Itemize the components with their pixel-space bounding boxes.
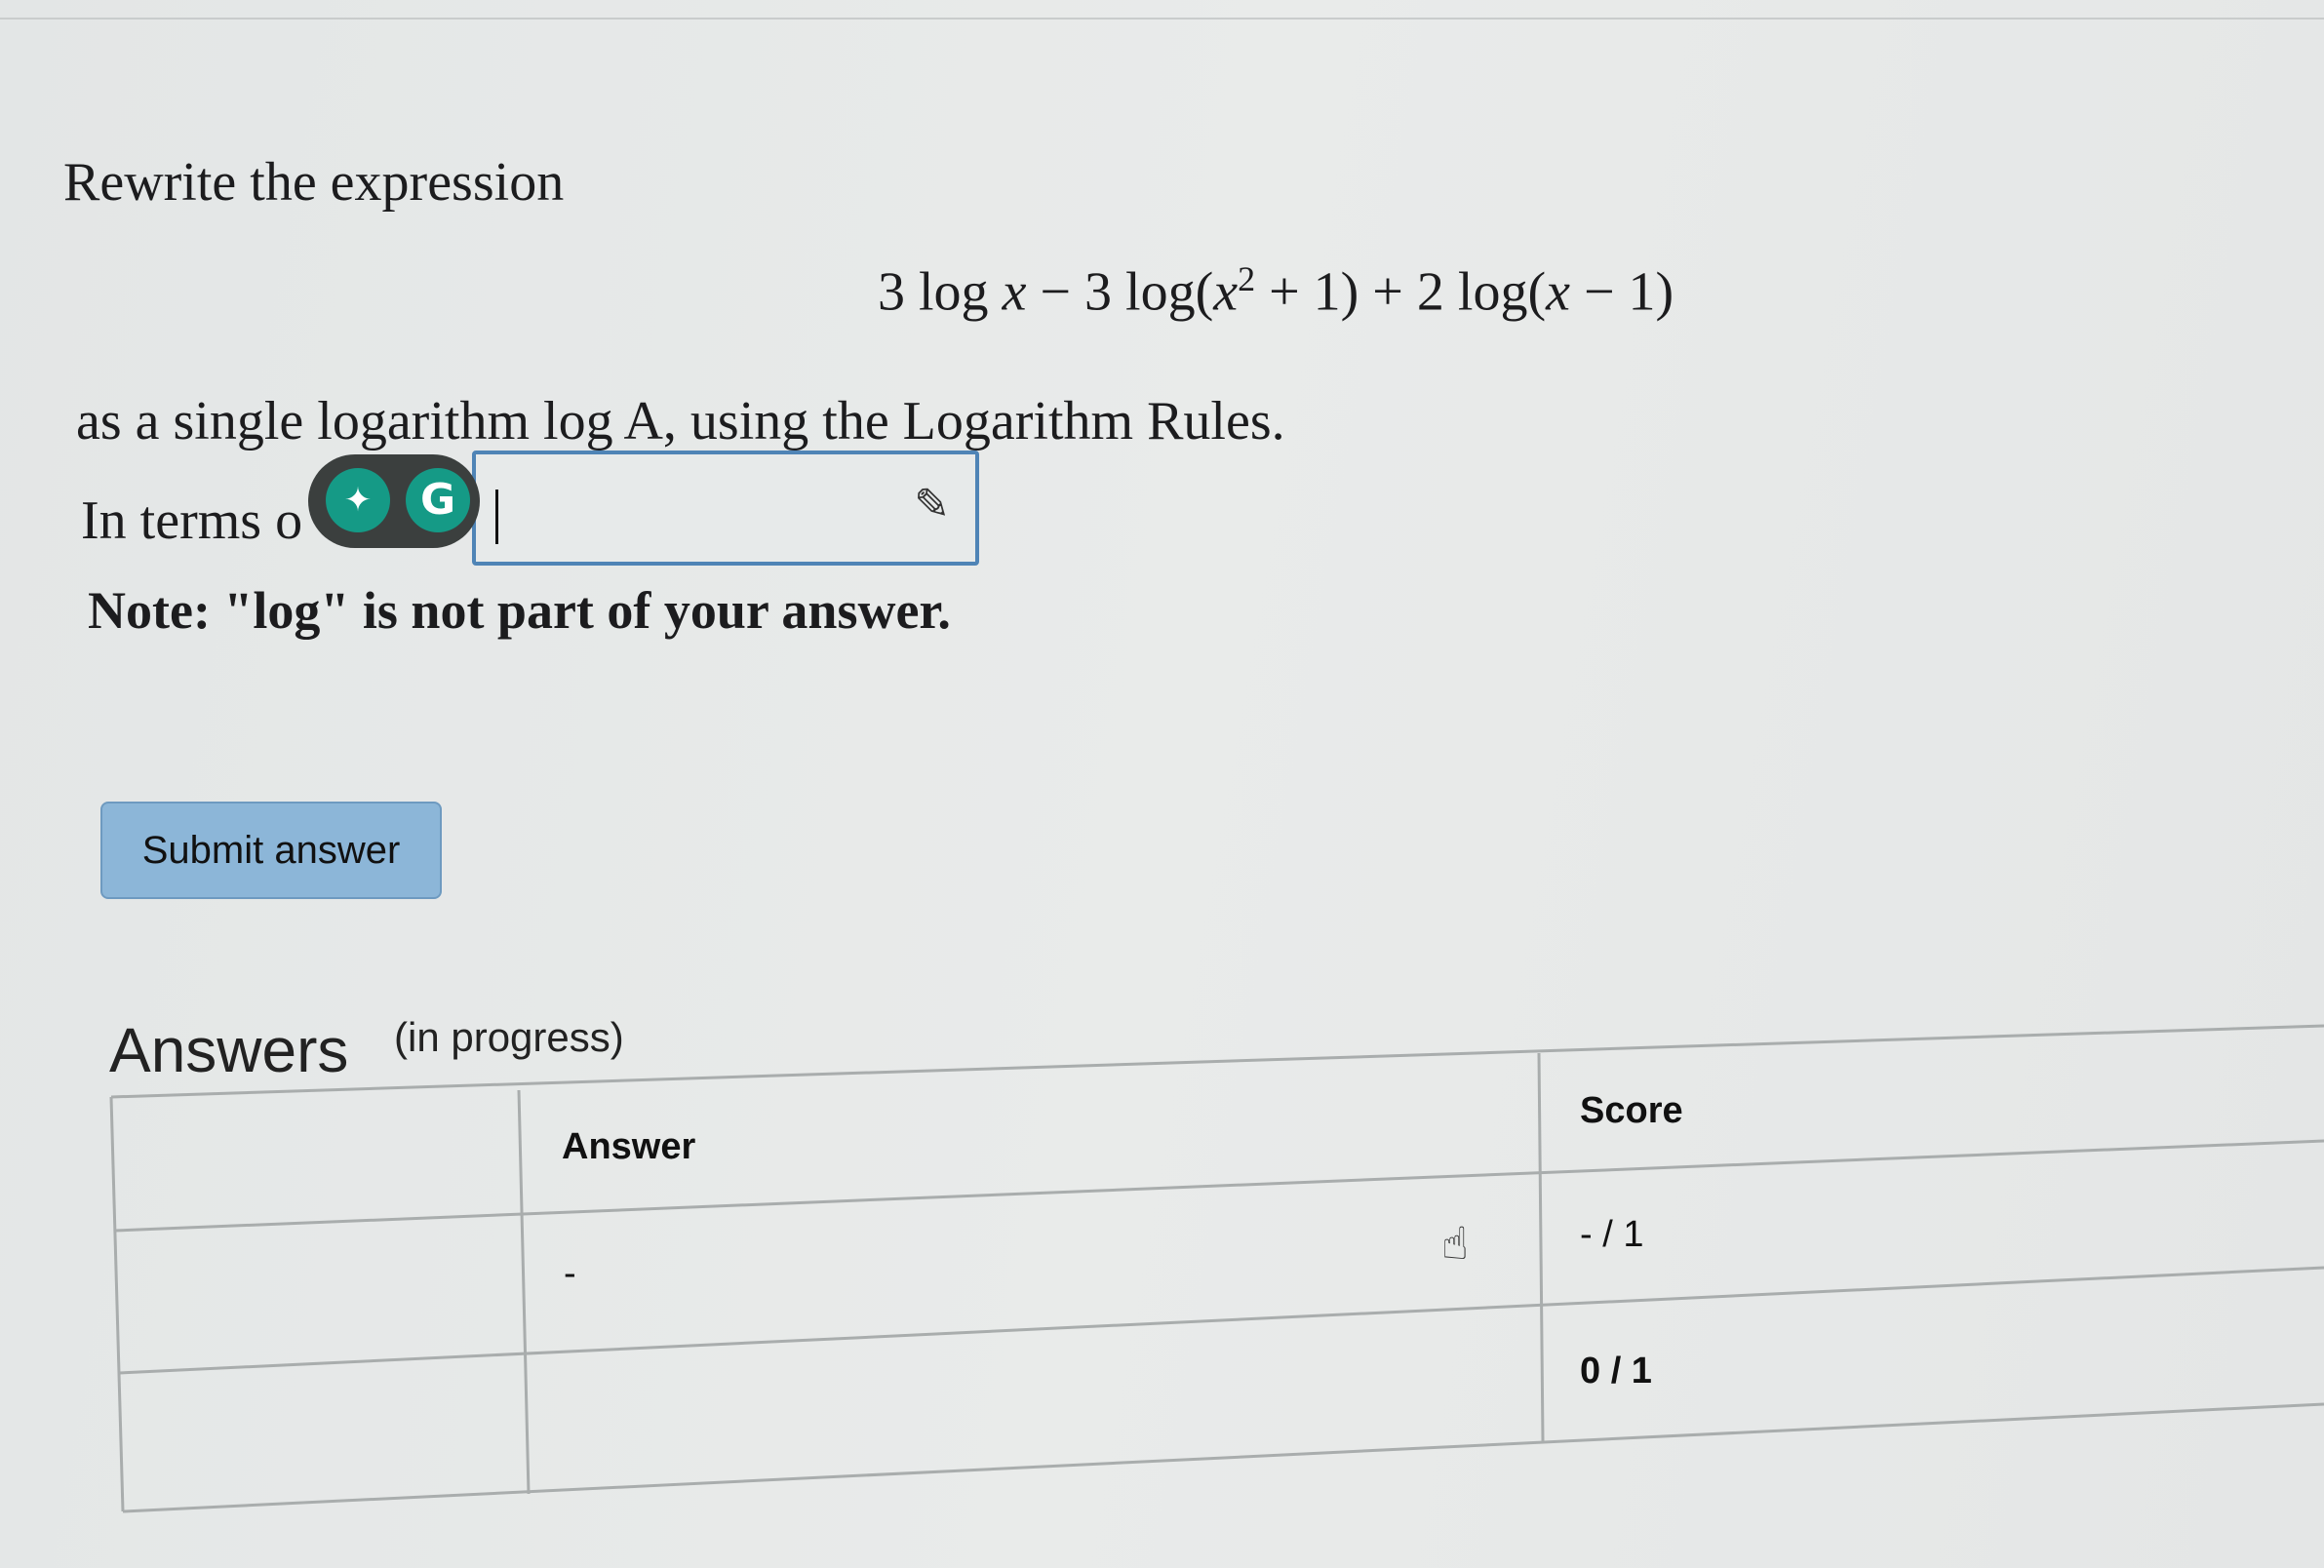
grammarly-widget[interactable]: ✦ G	[308, 454, 480, 548]
top-divider	[0, 0, 2324, 20]
answer-note: Note: "log" is not part of your answer.	[88, 581, 951, 640]
question-instruction: as a single logarithm log A, using the L…	[76, 391, 1285, 451]
score-cell: - / 1	[1580, 1214, 1644, 1255]
answer-cell: -	[564, 1253, 576, 1294]
answers-table-grid	[109, 1024, 2324, 1513]
math-expression: 3 log x − 3 log(x2 + 1) + 2 log(x − 1)	[878, 259, 1674, 323]
grammarly-g-icon[interactable]: G	[406, 468, 470, 532]
terms-label: In terms o	[81, 490, 303, 551]
answers-heading: Answers	[109, 1015, 349, 1085]
pencil-edit-icon[interactable]: ✎	[914, 480, 950, 529]
lightbulb-icon[interactable]: ✦	[326, 468, 390, 532]
answer-input[interactable]: ✎	[472, 451, 979, 566]
submit-answer-button[interactable]: Submit answer	[100, 802, 442, 899]
answers-status: (in progress)	[394, 1014, 624, 1060]
hand-pointer-icon: ☝	[1441, 1217, 1470, 1270]
column-header-score: Score	[1580, 1090, 1683, 1131]
question-prompt: Rewrite the expression	[63, 152, 565, 213]
column-header-answer: Answer	[562, 1126, 696, 1167]
text-caret	[495, 490, 498, 544]
score-cell: 0 / 1	[1580, 1351, 1652, 1392]
